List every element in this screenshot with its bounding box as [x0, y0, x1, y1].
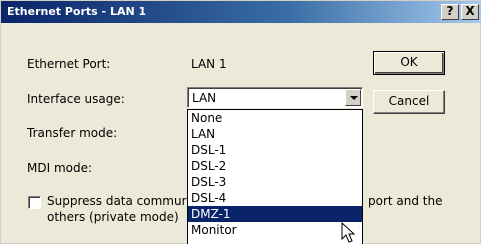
ok-button[interactable]: OK — [373, 51, 445, 75]
dropdown-option-dsl-2[interactable]: DSL-2 — [188, 158, 362, 174]
private-mode-label-end: port and the — [368, 194, 443, 208]
window-title: Ethernet Ports - LAN 1 — [7, 5, 147, 18]
mdi-mode-label: MDI mode: — [27, 161, 93, 175]
dropdown-option-dsl-1[interactable]: DSL-1 — [188, 142, 362, 158]
help-button[interactable]: ? — [441, 4, 459, 20]
ethernet-ports-dialog: Ethernet Ports - LAN 1 ? X Ethernet Port… — [0, 0, 481, 244]
cancel-button[interactable]: Cancel — [373, 90, 445, 114]
interface-usage-dropdown-list: None LAN DSL-1 DSL-2 DSL-3 DSL-4 DMZ-1 M… — [187, 109, 363, 244]
private-mode-checkbox[interactable] — [28, 196, 41, 209]
dropdown-option-dsl-4[interactable]: DSL-4 — [188, 190, 362, 206]
ethernet-port-label: Ethernet Port: — [27, 57, 111, 71]
dropdown-option-monitor[interactable]: Monitor — [188, 222, 362, 238]
dropdown-option-lan[interactable]: LAN — [188, 126, 362, 142]
mouse-pointer-icon — [341, 222, 356, 243]
dropdown-option-dsl-3[interactable]: DSL-3 — [188, 174, 362, 190]
interface-usage-select[interactable]: LAN — [187, 87, 363, 108]
transfer-mode-label: Transfer mode: — [27, 126, 118, 140]
private-mode-label-line2: others (private mode) — [47, 210, 179, 224]
interface-usage-value: LAN — [192, 91, 217, 105]
title-bar[interactable]: Ethernet Ports - LAN 1 ? X — [1, 1, 481, 23]
ethernet-port-value: LAN 1 — [191, 57, 227, 71]
dropdown-option-dmz-1[interactable]: DMZ-1 — [188, 206, 362, 222]
close-button[interactable]: X — [461, 4, 479, 20]
interface-usage-label: Interface usage: — [27, 92, 125, 106]
dropdown-arrow-icon[interactable] — [345, 89, 361, 106]
dropdown-option-none[interactable]: None — [188, 110, 362, 126]
private-mode-label-start: Suppress data commur — [47, 194, 187, 208]
